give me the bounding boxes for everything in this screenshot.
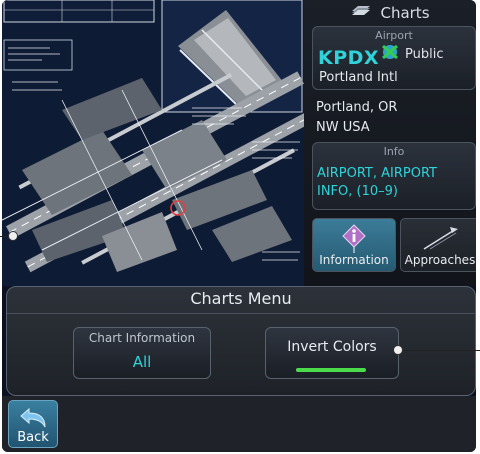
information-icon	[341, 223, 367, 257]
info-button[interactable]: Info AIRPORT, AIRPORT INFO, (10–9)	[312, 142, 476, 210]
invert-colors-indicator	[296, 368, 366, 372]
panel-header: Charts	[304, 0, 476, 26]
airport-region: NW USA	[316, 120, 370, 135]
invert-colors-label: Invert Colors	[287, 339, 377, 355]
charts-icon	[350, 4, 372, 22]
bottom-bar: Back	[2, 396, 476, 452]
menu-divider	[7, 313, 475, 314]
chart-info-panel: Charts Airport KPDX Public Portland Intl…	[304, 0, 476, 286]
tab-approaches-label: Approaches	[404, 253, 476, 267]
back-label: Back	[17, 430, 49, 445]
airport-diagram-graphic	[2, 0, 304, 286]
info-caption: Info	[383, 145, 405, 158]
tab-information-label: Information	[319, 253, 389, 267]
info-line-1: AIRPORT, AIRPORT	[317, 166, 437, 181]
chart-information-caption: Chart Information	[88, 331, 196, 345]
airport-button[interactable]: Airport KPDX Public Portland Intl	[312, 26, 476, 90]
chart-information-value: All	[132, 353, 152, 371]
back-button[interactable]: Back	[8, 400, 58, 448]
airport-location: Portland, OR NW USA	[316, 98, 397, 138]
back-arrow-icon	[19, 405, 49, 433]
callout-line-right	[398, 350, 480, 351]
airport-type: Public	[405, 47, 444, 62]
menu-title: Charts Menu	[190, 289, 292, 308]
tab-approaches[interactable]: Approaches	[400, 218, 476, 272]
airport-ident: KPDX	[318, 47, 380, 69]
callout-dot-right	[393, 345, 403, 355]
airport-chart[interactable]	[2, 0, 304, 286]
airport-city: Portland, OR	[316, 100, 398, 115]
callout-dot-left	[8, 231, 18, 241]
public-airport-icon	[380, 43, 400, 61]
display-screen: Charts Airport KPDX Public Portland Intl…	[2, 0, 476, 452]
tab-information[interactable]: Information	[312, 218, 396, 272]
info-line-2: INFO, (10–9)	[317, 184, 398, 199]
chart-information-button[interactable]: Chart Information All	[73, 327, 211, 379]
charts-menu: Charts Menu Chart Information All Invert…	[6, 286, 476, 396]
approaches-icon	[420, 223, 460, 255]
info-chart-name: AIRPORT, AIRPORT INFO, (10–9)	[317, 165, 437, 201]
panel-title: Charts	[380, 4, 430, 22]
invert-colors-button[interactable]: Invert Colors	[265, 327, 399, 379]
airport-caption: Airport	[375, 29, 413, 42]
airport-name: Portland Intl	[319, 70, 398, 85]
